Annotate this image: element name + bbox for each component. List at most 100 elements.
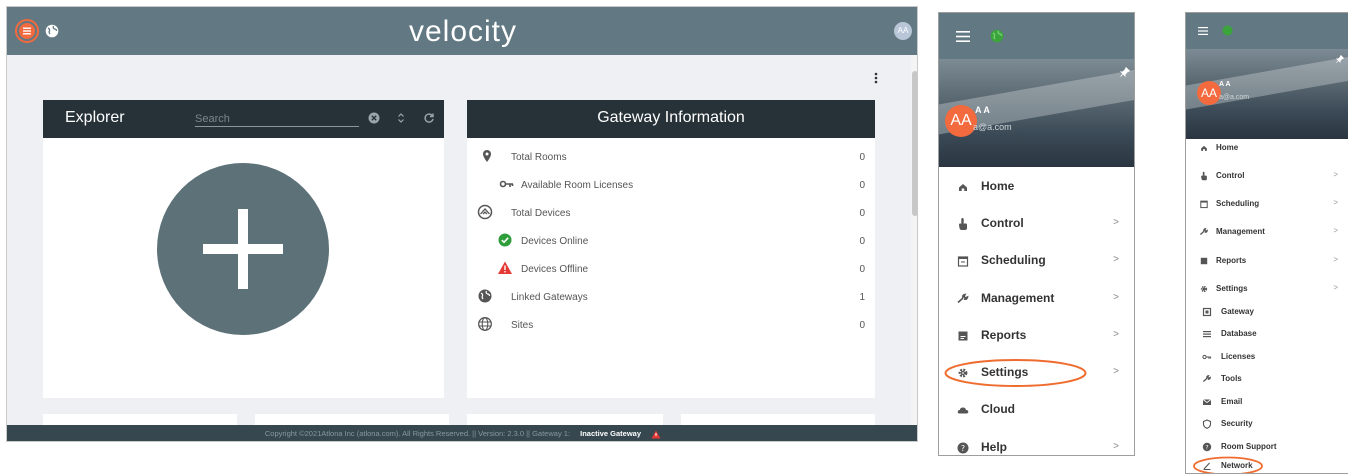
gateway-info-title: Gateway Information <box>597 109 745 126</box>
user-email: a@a.com <box>1219 94 1250 101</box>
footer: Copyright ©2021Atlona Inc (atlona.com). … <box>7 425 917 441</box>
touch-icon <box>956 217 970 231</box>
bottom-card <box>43 414 237 425</box>
user-avatar[interactable]: AA <box>945 105 977 137</box>
map-pin-icon <box>479 148 495 164</box>
explorer-title: Explorer <box>65 109 125 126</box>
submenu-item-network[interactable]: Network <box>1186 455 1348 473</box>
menu-item-home[interactable]: Home <box>1186 137 1348 159</box>
bottom-card <box>467 414 663 425</box>
chevron-right-icon: > <box>1333 198 1338 207</box>
submenu-item-gateway[interactable]: Gateway <box>1186 301 1348 323</box>
gateway-info-card: Gateway Information Total Rooms 0 Availa… <box>467 100 875 398</box>
user-avatar[interactable]: AA <box>894 22 912 40</box>
hamburger-menu-icon[interactable] <box>1198 27 1208 35</box>
menu-item-reports[interactable]: Reports > <box>939 318 1134 354</box>
gateway-row-devices-offline: Devices Offline 0 <box>467 255 875 283</box>
shield-icon <box>1202 419 1212 429</box>
menu-item-control[interactable]: Control > <box>939 206 1134 242</box>
gateway-row-total-devices: Total Devices 0 <box>467 199 875 227</box>
wrench-icon <box>1199 227 1209 237</box>
globe-icon[interactable] <box>1222 25 1233 36</box>
wrench-icon <box>1202 374 1212 384</box>
search-input[interactable] <box>195 111 359 127</box>
scrollbar-thumb[interactable] <box>912 71 917 216</box>
database-icon <box>1202 329 1212 339</box>
chevron-right-icon: > <box>1113 366 1119 377</box>
explorer-header: Explorer <box>43 100 444 138</box>
gateway-row-total-rooms: Total Rooms 0 <box>467 143 875 171</box>
home-icon <box>1199 143 1209 153</box>
check-circle-icon <box>497 232 513 248</box>
menu-item-control[interactable]: Control > <box>1186 165 1348 187</box>
chevron-right-icon: > <box>1333 255 1338 264</box>
key-icon <box>1202 352 1212 362</box>
footer-copyright: Copyright ©2021Atlona Inc (atlona.com). … <box>264 429 571 438</box>
report-icon <box>956 329 970 343</box>
chevron-right-icon: > <box>1113 217 1119 228</box>
menu-item-home[interactable]: Home <box>939 169 1134 205</box>
navigation-drawer: AA A A a@a.com Home Control > Scheduling… <box>938 12 1135 456</box>
drawer-header <box>939 13 1134 59</box>
submenu-item-security[interactable]: Security <box>1186 413 1348 435</box>
chevron-right-icon: > <box>1113 441 1119 452</box>
web-icon <box>477 316 493 332</box>
bottom-card <box>681 414 875 425</box>
top-bar: velocity AA <box>7 7 917 55</box>
wrench-icon <box>956 292 970 306</box>
gateway-row-linked-gateways: Linked Gateways 1 <box>467 283 875 311</box>
pin-icon[interactable] <box>1336 55 1344 63</box>
chevron-right-icon: > <box>1333 170 1338 179</box>
globe-icon[interactable] <box>990 29 1004 43</box>
home-icon <box>956 180 970 194</box>
calendar-icon <box>956 254 970 268</box>
help-icon: ? <box>1202 442 1212 452</box>
profile-banner: AA A A a@a.com <box>939 59 1134 167</box>
drawer-header <box>1186 13 1348 49</box>
sort-icon[interactable] <box>397 112 405 124</box>
pin-icon[interactable] <box>1120 67 1130 77</box>
bottom-card <box>255 414 449 425</box>
refresh-icon[interactable] <box>423 112 435 124</box>
menu-item-help[interactable]: ? Help > <box>939 430 1134 455</box>
submenu-item-email[interactable]: Email <box>1186 391 1348 413</box>
menu-item-reports[interactable]: Reports > <box>1186 250 1348 272</box>
key-icon <box>499 176 515 192</box>
menu-item-management[interactable]: Management > <box>939 281 1134 317</box>
menu-item-cloud[interactable]: Cloud <box>939 392 1134 428</box>
chevron-right-icon: > <box>1113 254 1119 265</box>
velocity-logo: velocity <box>408 15 518 48</box>
hamburger-menu-icon[interactable] <box>956 31 970 42</box>
submenu-item-tools[interactable]: Tools <box>1186 368 1348 390</box>
menu-item-scheduling[interactable]: Scheduling > <box>939 243 1134 279</box>
chevron-right-icon: > <box>1333 283 1338 292</box>
menu-item-management[interactable]: Management > <box>1186 221 1348 243</box>
navigation-drawer-expanded: AA A A a@a.com Home Control > Scheduling… <box>1185 12 1348 474</box>
explorer-card: Explorer <box>43 100 444 398</box>
user-name: A A <box>975 105 990 115</box>
menu-item-settings[interactable]: Settings > <box>939 355 1134 391</box>
menu-item-settings[interactable]: Settings > <box>1186 278 1348 300</box>
gateway-row-devices-online: Devices Online 0 <box>467 227 875 255</box>
gear-icon <box>1199 284 1209 294</box>
gateway-icon <box>1202 307 1212 317</box>
gateway-status: Inactive Gateway <box>580 429 641 438</box>
user-email: a@a.com <box>973 122 1012 132</box>
email-icon <box>1202 397 1212 407</box>
add-button[interactable] <box>157 163 329 335</box>
cloud-icon <box>956 403 970 417</box>
profile-banner: AA A A a@a.com <box>1186 49 1348 139</box>
chevron-right-icon: > <box>1333 226 1338 235</box>
svg-text:?: ? <box>1205 444 1208 451</box>
calendar-icon <box>1199 199 1209 209</box>
gateway-row-available-licenses: Available Room Licenses 0 <box>467 171 875 199</box>
submenu-item-database[interactable]: Database <box>1186 323 1348 345</box>
user-avatar[interactable]: AA <box>1197 81 1221 105</box>
help-icon: ? <box>956 441 970 455</box>
clear-icon[interactable] <box>368 112 380 124</box>
menu-item-scheduling[interactable]: Scheduling > <box>1186 193 1348 215</box>
more-vert-icon[interactable] <box>873 71 879 85</box>
svg-text:?: ? <box>961 444 965 453</box>
touch-icon <box>1199 171 1209 181</box>
submenu-item-licenses[interactable]: Licenses <box>1186 346 1348 368</box>
